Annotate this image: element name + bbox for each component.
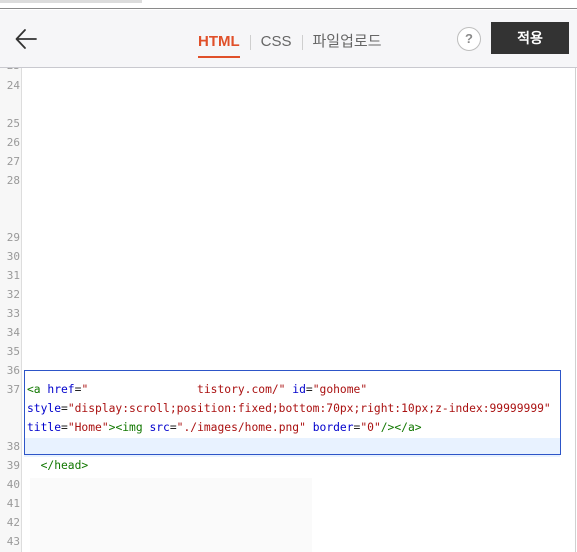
line-number: 24 <box>6 79 20 92</box>
line-number: 34 <box>6 326 20 339</box>
line-number-gutter: 23 24 25 26 27 28 29 30 31 32 33 34 35 3… <box>0 68 22 552</box>
code-attr: id <box>292 383 306 396</box>
line-number: 41 <box>6 497 20 510</box>
line-number: 27 <box>6 155 20 168</box>
faded-region <box>30 478 312 552</box>
editor-tabs: HTML CSS 파일업로드 <box>198 30 382 58</box>
code-tag: <a <box>27 383 48 396</box>
apply-button[interactable]: 적용 <box>491 22 569 54</box>
code-line-37-wrap-2: title="Home"><img src="./images/home.png… <box>27 418 422 437</box>
code-string: "./images/home.png" <box>176 421 306 434</box>
line-number: 38 <box>6 440 20 453</box>
line-number: 36 <box>6 364 20 377</box>
code-string: "Home" <box>67 421 109 434</box>
window-top-strip <box>0 0 577 9</box>
line-number: 43 <box>6 535 20 548</box>
line-number: 40 <box>6 478 20 491</box>
line-number: 35 <box>6 345 20 358</box>
tab-separator <box>301 34 303 50</box>
line-number: 42 <box>6 516 20 529</box>
code-tag: ><img <box>108 421 150 434</box>
tab-css[interactable]: CSS <box>261 32 292 52</box>
line-number: 31 <box>6 269 20 282</box>
code-attr: href <box>47 383 75 396</box>
line-number: 25 <box>6 117 20 130</box>
line-number: 39 <box>6 459 20 472</box>
tab-file-upload[interactable]: 파일업로드 <box>313 32 382 52</box>
help-question-icon[interactable]: ? <box>457 27 481 51</box>
line-number: 32 <box>6 288 20 301</box>
code-attr: style <box>27 402 62 415</box>
line-number: 26 <box>6 136 20 149</box>
code-line-37: <a href=" tistory.com/" id="gohome" <box>27 380 367 399</box>
code-eq: = <box>61 402 68 415</box>
line-number: 37 <box>6 383 20 396</box>
code-string: "gohome" <box>312 383 368 396</box>
tab-separator <box>249 34 251 50</box>
code-eq: = <box>305 383 313 396</box>
top-strip-notch <box>0 0 142 3</box>
code-tag: /></a> <box>380 421 422 434</box>
code-line-37-wrap-1: style="display:scroll;position:fixed;bot… <box>27 399 551 418</box>
code-attr: title <box>27 421 62 434</box>
line-number: 23 <box>0 68 20 75</box>
code-string: "display:scroll;position:fixed;bottom:70… <box>67 402 551 415</box>
code-editor[interactable]: 23 24 25 26 27 28 29 30 31 32 33 34 35 3… <box>0 68 577 552</box>
line-number: 33 <box>6 307 20 320</box>
code-string: "0" <box>360 421 381 434</box>
code-tag: </head> <box>27 459 89 472</box>
line-number: 29 <box>6 231 20 244</box>
tab-html[interactable]: HTML <box>198 32 240 58</box>
code-eq: = <box>61 421 68 434</box>
code-line-39: </head> <box>27 456 89 475</box>
line-number: 28 <box>6 174 20 187</box>
code-attr: src <box>149 421 170 434</box>
line-number: 30 <box>6 250 20 263</box>
code-string: " tistory.com/" <box>81 383 286 396</box>
editor-right-border <box>575 68 576 552</box>
code-attr: border <box>312 421 354 434</box>
back-arrow-icon[interactable] <box>14 27 38 51</box>
editor-header: HTML CSS 파일업로드 ? 적용 <box>0 10 577 68</box>
code-eq: = <box>169 421 177 434</box>
